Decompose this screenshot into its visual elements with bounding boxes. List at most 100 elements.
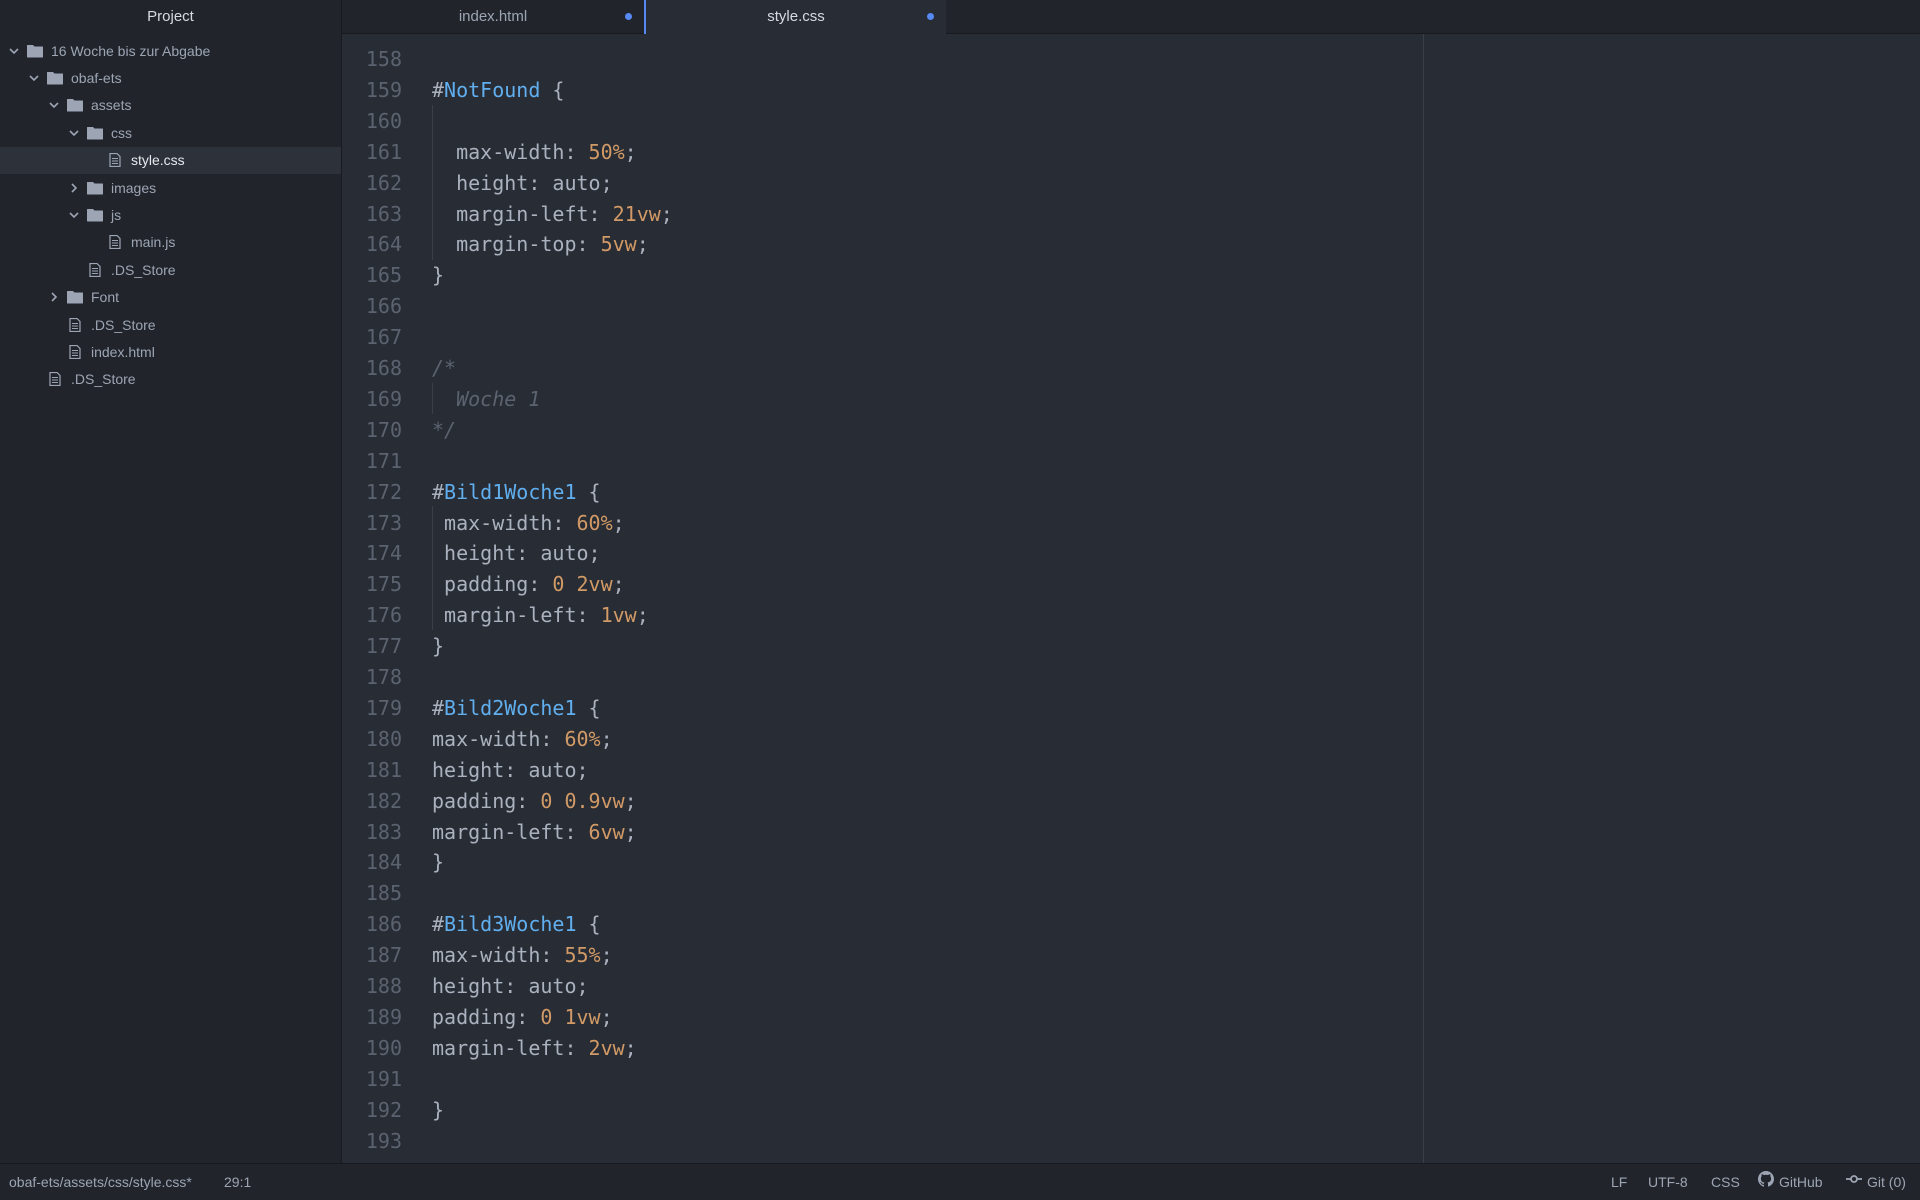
- tree-item-label: .DS_Store: [71, 371, 136, 388]
- tree-file[interactable]: .DS_Store: [0, 256, 341, 283]
- file-path-status[interactable]: obaf-ets/assets/css/style.css*: [9, 1164, 192, 1200]
- code-line[interactable]: 175 padding: 0 2vw;: [342, 569, 1342, 600]
- code-token: ;: [636, 232, 649, 257]
- code-token: height: auto;: [432, 757, 589, 782]
- code-line[interactable]: 182 padding: 0 0.9vw;: [342, 786, 1342, 817]
- code-line[interactable]: 188 height: auto;: [342, 971, 1342, 1002]
- code-line[interactable]: 186 #Bild3Woche1 {: [342, 909, 1342, 940]
- code-line[interactable]: 183 margin-left: 6vw;: [342, 817, 1342, 848]
- chevron-down-icon[interactable]: [7, 44, 21, 58]
- code-token: ;: [600, 726, 613, 751]
- code-line[interactable]: 185: [342, 878, 1342, 909]
- line-number: 166: [365, 294, 402, 319]
- code-line[interactable]: 187 max-width: 55%;: [342, 940, 1342, 971]
- tree-folder[interactable]: assets: [0, 92, 341, 119]
- line-code: }: [432, 847, 444, 878]
- tree-folder[interactable]: 16 Woche bis zur Abgabe: [0, 37, 341, 64]
- line-number: 191: [365, 1066, 402, 1091]
- code-token: 0 0.9vw: [540, 788, 625, 813]
- folder-icon: [47, 71, 63, 85]
- encoding: UTF-8: [1648, 1174, 1688, 1190]
- tree-file[interactable]: .DS_Store: [0, 366, 341, 393]
- code-line[interactable]: 172 #Bild1Woche1 {: [342, 477, 1342, 508]
- file-path: obaf-ets/assets/css/style.css*: [9, 1174, 192, 1190]
- code-line[interactable]: 164 margin-top: 5vw;: [342, 229, 1342, 260]
- line-number: 176: [365, 603, 402, 628]
- chevron-right-icon[interactable]: [47, 290, 61, 304]
- code-token: {: [576, 912, 601, 937]
- code-token: ;: [600, 1004, 613, 1029]
- code-line[interactable]: 180 max-width: 60%;: [342, 724, 1342, 755]
- chevron-down-icon[interactable]: [27, 71, 41, 85]
- tree-item-label: images: [111, 179, 157, 196]
- code-token: }: [432, 850, 445, 875]
- tree-file[interactable]: main.js: [0, 229, 341, 256]
- code-token: 1vw: [600, 603, 637, 628]
- code-line[interactable]: 181 height: auto;: [342, 755, 1342, 786]
- code-line[interactable]: 191: [342, 1064, 1342, 1095]
- line-number: 177: [365, 634, 402, 659]
- code-line[interactable]: 184}: [342, 847, 1342, 878]
- code-line[interactable]: 162 height: auto;: [342, 168, 1342, 199]
- code-line[interactable]: 189 padding: 0 1vw;: [342, 1002, 1342, 1033]
- code-token: height: auto;: [432, 170, 613, 195]
- code-line[interactable]: 167: [342, 322, 1342, 353]
- line-code: padding: 0 0.9vw;: [432, 786, 637, 817]
- code-line[interactable]: 161 max-width: 50%;: [342, 137, 1342, 168]
- code-line[interactable]: 174 height: auto;: [342, 538, 1342, 569]
- chevron-right-icon[interactable]: [67, 181, 81, 195]
- code-line[interactable]: 165}: [342, 260, 1342, 291]
- tree-item-label: obaf-ets: [71, 69, 122, 86]
- code-editor[interactable]: 158 159 #NotFound {160 161 max-width: 50%; 1…: [342, 34, 1920, 1163]
- code-line[interactable]: 168 /*: [342, 353, 1342, 384]
- tree-folder[interactable]: images: [0, 174, 341, 201]
- code-line[interactable]: 190 margin-left: 2vw;: [342, 1033, 1342, 1064]
- tree-folder[interactable]: Font: [0, 284, 341, 311]
- tree-file[interactable]: index.html: [0, 338, 341, 365]
- code-line[interactable]: 177}: [342, 631, 1342, 662]
- github-status[interactable]: GitHub: [1758, 1164, 1823, 1200]
- tree-folder[interactable]: js: [0, 201, 341, 228]
- code-line[interactable]: 170 */: [342, 415, 1342, 446]
- code-token: 21vw: [612, 201, 661, 226]
- line-ending-status[interactable]: LF: [1611, 1164, 1627, 1200]
- code-line[interactable]: 178: [342, 662, 1342, 693]
- code-line[interactable]: 176 margin-left: 1vw;: [342, 600, 1342, 631]
- tab-label: style.css: [767, 8, 825, 25]
- grammar-status[interactable]: CSS: [1711, 1164, 1740, 1200]
- cursor-position-status[interactable]: 29:1: [224, 1164, 251, 1200]
- tree-folder[interactable]: obaf-ets: [0, 64, 341, 91]
- encoding-status[interactable]: UTF-8: [1648, 1164, 1688, 1200]
- code-line[interactable]: 192}: [342, 1095, 1342, 1126]
- tree-item-label: 16 Woche bis zur Abgabe: [51, 42, 211, 59]
- tab-index-html[interactable]: index.html: [342, 0, 644, 34]
- tree-file[interactable]: style.css: [0, 146, 341, 174]
- line-ending: LF: [1611, 1174, 1628, 1190]
- code-line[interactable]: 169 Woche 1: [342, 384, 1342, 415]
- code-line[interactable]: 158: [342, 44, 1342, 75]
- code-token: ;: [636, 603, 649, 628]
- chevron-down-icon[interactable]: [67, 126, 81, 140]
- code-line[interactable]: 159 #NotFound {: [342, 75, 1342, 106]
- tree-item-label: style.css: [131, 152, 185, 169]
- code-line[interactable]: 160: [342, 106, 1342, 137]
- project-tree-panel: Project 16 Woche bis zur Abgabe obaf-ets a…: [0, 0, 342, 1163]
- line-number: 171: [365, 448, 402, 473]
- code-line[interactable]: 173 max-width: 60%;: [342, 508, 1342, 539]
- line-number: 168: [365, 356, 402, 380]
- tree-folder[interactable]: css: [0, 119, 341, 146]
- line-code: max-width: 50%;: [432, 137, 637, 168]
- chevron-down-icon[interactable]: [47, 98, 61, 112]
- tab-style-css[interactable]: style.css: [644, 0, 946, 35]
- code-line[interactable]: 193: [342, 1126, 1342, 1157]
- line-number: 178: [365, 665, 402, 689]
- code-line[interactable]: 171: [342, 446, 1342, 477]
- git-status[interactable]: Git (0): [1846, 1164, 1906, 1200]
- line-number: 190: [365, 1035, 402, 1060]
- chevron-down-icon[interactable]: [67, 208, 81, 222]
- tree-file[interactable]: .DS_Store: [0, 311, 341, 338]
- line-code: max-width: 60%;: [432, 724, 613, 755]
- code-line[interactable]: 166: [342, 291, 1342, 322]
- code-line[interactable]: 179 #Bild2Woche1 {: [342, 693, 1342, 724]
- code-line[interactable]: 163 margin-left: 21vw;: [342, 199, 1342, 230]
